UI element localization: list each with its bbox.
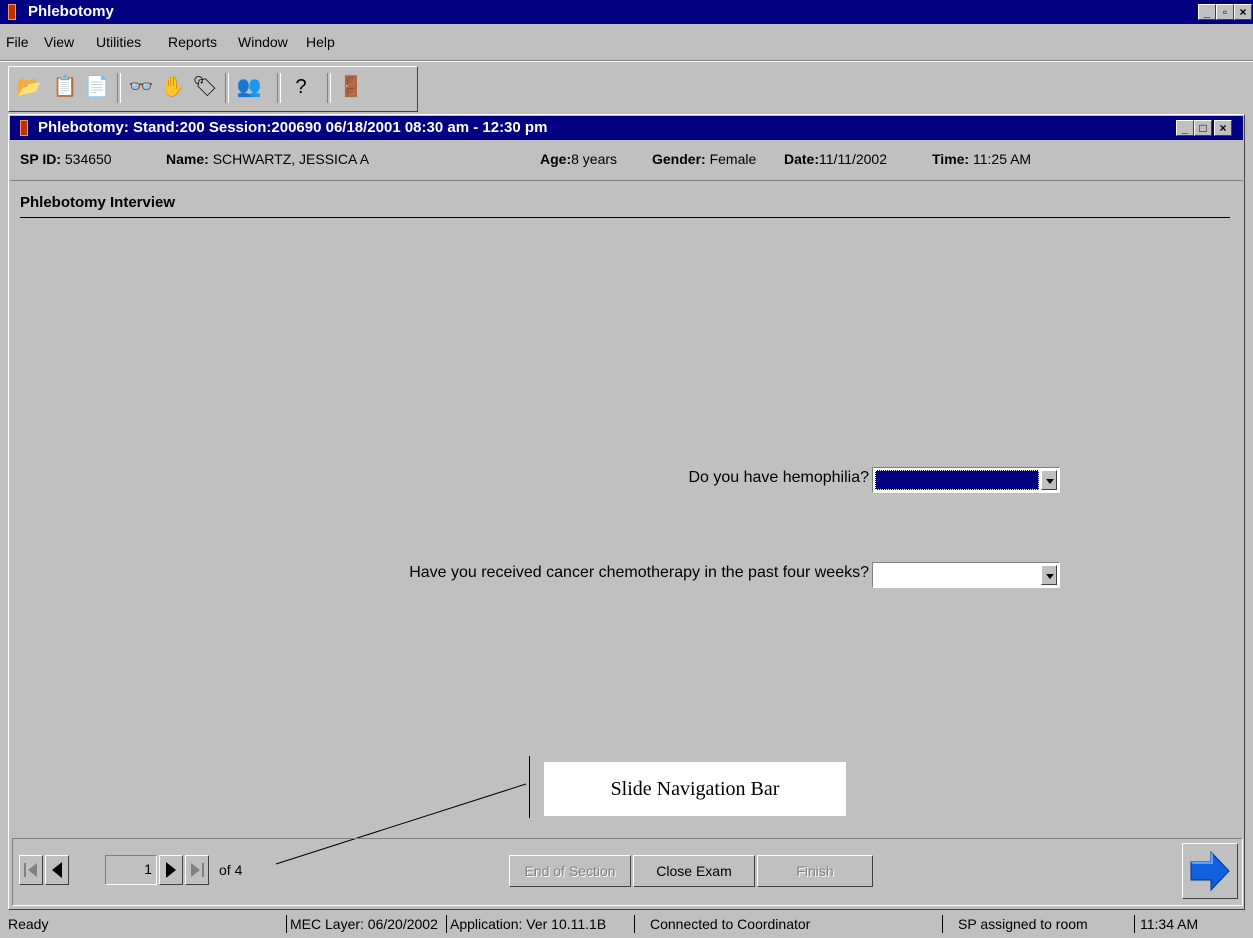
close-button[interactable]: × bbox=[1234, 4, 1252, 20]
patient-age: Age:8 years bbox=[540, 151, 618, 167]
chemotherapy-dropdown[interactable] bbox=[872, 562, 1060, 588]
toolbar-separator bbox=[277, 73, 281, 103]
toolbar-separator bbox=[225, 73, 229, 103]
patient-info-bar: SP ID: 534650 Name: SCHWARTZ, JESSICA A … bbox=[10, 142, 1243, 178]
question-chemotherapy-label: Have you received cancer chemotherapy in… bbox=[409, 564, 869, 581]
slide-navigation-bar: 1 of 4 End of Section Close Exam Finish bbox=[12, 838, 1243, 906]
first-page-icon bbox=[24, 863, 37, 877]
next-page-icon bbox=[166, 862, 176, 878]
exit-door-icon[interactable]: 🚪 bbox=[337, 73, 365, 101]
glasses-icon[interactable]: 👓 bbox=[127, 73, 155, 101]
last-page-icon bbox=[191, 863, 204, 877]
menu-utilities[interactable]: Utilities bbox=[96, 34, 141, 50]
status-application: Application: Ver 10.11.1B bbox=[450, 916, 607, 932]
patient-gender: Gender: Female bbox=[652, 151, 757, 167]
info-divider bbox=[10, 180, 1243, 181]
exam-date: Date:11/11/2002 bbox=[784, 151, 888, 167]
help-icon[interactable]: ? bbox=[287, 73, 315, 101]
chevron-down-icon[interactable] bbox=[1041, 565, 1057, 585]
patient-name: Name: SCHWARTZ, JESSICA A bbox=[166, 151, 370, 167]
chevron-down-icon[interactable] bbox=[1041, 470, 1057, 490]
section-title: Phlebotomy Interview bbox=[20, 194, 176, 211]
menu-divider-highlight bbox=[0, 61, 1253, 62]
people-icon[interactable]: 👥 bbox=[235, 73, 263, 101]
status-sp-state: SP assigned to room bbox=[958, 916, 1088, 932]
child-close-button[interactable]: × bbox=[1214, 120, 1232, 136]
hemophilia-selected-value bbox=[875, 470, 1039, 490]
minimize-button[interactable]: _ bbox=[1198, 4, 1216, 20]
finish-button[interactable]: Finish bbox=[757, 855, 873, 887]
status-connection: Connected to Coordinator bbox=[650, 916, 811, 932]
menu-help[interactable]: Help bbox=[306, 34, 335, 50]
child-maximize-button[interactable]: □ bbox=[1194, 120, 1212, 136]
page-number-input[interactable]: 1 bbox=[105, 855, 157, 885]
last-page-button[interactable] bbox=[185, 855, 209, 885]
status-ready: Ready bbox=[8, 916, 49, 932]
toolbar-separator bbox=[117, 73, 121, 103]
stop-hand-icon[interactable]: ✋ bbox=[159, 73, 187, 101]
app-title-bar[interactable]: Phlebotomy _ ▫ × bbox=[0, 0, 1253, 24]
tag-icon[interactable]: 🏷 bbox=[191, 73, 219, 101]
sp-id: SP ID: 534650 bbox=[20, 151, 112, 167]
child-title-bar[interactable]: Phlebotomy: Stand:200 Session:200690 06/… bbox=[10, 116, 1243, 140]
first-page-button[interactable] bbox=[19, 855, 43, 885]
status-separator bbox=[634, 915, 635, 933]
window-icon bbox=[20, 120, 28, 136]
status-bar: Ready MEC Layer: 06/20/2002 Application:… bbox=[0, 912, 1253, 938]
chemotherapy-selected-value bbox=[875, 565, 1039, 585]
toolbar: 📂 📋 📄 👓 ✋ 🏷 👥 ? 🚪 bbox=[8, 66, 418, 112]
previous-page-icon bbox=[52, 862, 62, 878]
exam-time: Time: 11:25 AM bbox=[932, 151, 1032, 167]
arrow-right-icon bbox=[1190, 850, 1230, 892]
page-count: of 4 bbox=[219, 862, 243, 878]
question-hemophilia-label: Do you have hemophilia? bbox=[688, 469, 869, 486]
menu-window[interactable]: Window bbox=[238, 34, 288, 50]
menu-file[interactable]: File bbox=[6, 34, 29, 50]
open-folder-icon[interactable]: 📂 bbox=[15, 73, 43, 101]
hemophilia-dropdown[interactable] bbox=[872, 467, 1060, 493]
status-separator bbox=[942, 915, 943, 933]
callout-label: Slide Navigation Bar bbox=[544, 762, 846, 816]
end-of-section-button[interactable]: End of Section bbox=[509, 855, 631, 887]
app-title: Phlebotomy bbox=[28, 3, 114, 20]
child-window-title: Phlebotomy: Stand:200 Session:200690 06/… bbox=[38, 119, 548, 136]
section-underline bbox=[20, 217, 1230, 218]
next-slide-button[interactable] bbox=[1182, 843, 1238, 899]
child-minimize-button[interactable]: _ bbox=[1176, 120, 1194, 136]
status-clock: 11:34 AM bbox=[1140, 916, 1199, 932]
clipboard-icon[interactable]: 📋 bbox=[51, 73, 79, 101]
toolbar-separator bbox=[327, 73, 331, 103]
restore-button[interactable]: ▫ bbox=[1216, 4, 1234, 20]
previous-page-button[interactable] bbox=[45, 855, 69, 885]
status-separator bbox=[446, 915, 447, 933]
menu-view[interactable]: View bbox=[44, 34, 74, 50]
menu-bar: File View Utilities Reports Window Help bbox=[0, 26, 1253, 56]
menu-reports[interactable]: Reports bbox=[168, 34, 217, 50]
next-page-button[interactable] bbox=[159, 855, 183, 885]
close-exam-button[interactable]: Close Exam bbox=[633, 855, 755, 887]
status-mec-layer: MEC Layer: 06/20/2002 bbox=[290, 916, 438, 932]
app-icon bbox=[8, 4, 16, 20]
status-separator bbox=[286, 915, 287, 933]
status-separator bbox=[1134, 915, 1135, 933]
document-icon[interactable]: 📄 bbox=[83, 73, 111, 101]
